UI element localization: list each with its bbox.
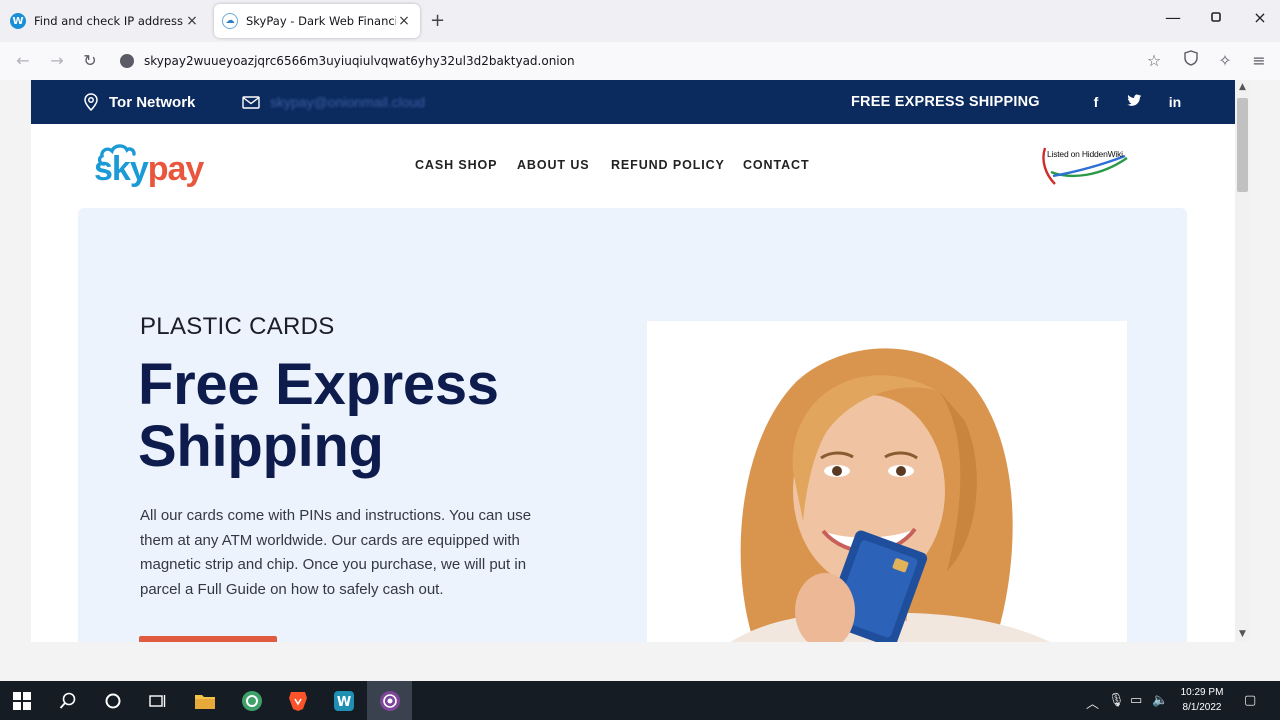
- close-tab-icon[interactable]: ×: [184, 13, 200, 29]
- site-header: skypay CASH SHOP ABOUT US REFUND POLICY …: [31, 124, 1235, 208]
- hiddenwiki-label: Listed on HiddenWiki: [1047, 149, 1123, 159]
- tor-browser-icon[interactable]: [378, 689, 402, 713]
- url-text[interactable]: skypay2wuueyoazjqrc6566m3uyiuqiulvqwat6y…: [144, 54, 575, 68]
- mail-icon: [242, 95, 260, 109]
- scroll-down-icon[interactable]: ▼: [1235, 627, 1250, 642]
- site-info-icon[interactable]: [120, 54, 134, 68]
- headline-line-2: Shipping: [138, 414, 384, 479]
- twitter-icon[interactable]: [1124, 92, 1144, 112]
- location-pin-icon: [84, 93, 98, 111]
- network-icon[interactable]: ▭: [1130, 693, 1142, 708]
- tray-chevron-icon[interactable]: ︿: [1086, 693, 1099, 712]
- location-text: Tor Network: [109, 93, 196, 111]
- hero-description: All our cards come with PINs and instruc…: [140, 507, 532, 598]
- browser-tab-bar: W Find and check IP address × ☁ SkyPay -…: [0, 0, 1280, 42]
- w-favicon-icon: W: [10, 13, 26, 29]
- woman-with-card-illustration: [730, 348, 1051, 642]
- file-explorer-icon[interactable]: [193, 689, 217, 713]
- page-scrollbar[interactable]: ▲ ▼: [1235, 80, 1250, 642]
- skypay-logo[interactable]: skypay: [94, 144, 212, 190]
- clock-date: 8/1/2022: [1182, 702, 1222, 713]
- windows-taskbar: W ︿ 🎙 ▭ 🔈 10:29 PM 8/1/2022 ▢: [0, 681, 1280, 720]
- nav-about-us[interactable]: ABOUT US: [517, 158, 589, 172]
- start-windows-icon[interactable]: [10, 689, 34, 713]
- linkedin-icon[interactable]: in: [1165, 92, 1185, 112]
- forward-icon[interactable]: →: [46, 50, 68, 72]
- hero-kicker: PLASTIC CARDS: [140, 313, 335, 340]
- svg-text:W: W: [337, 695, 351, 710]
- hero-headline: Free Express Shipping: [138, 354, 499, 478]
- facebook-icon[interactable]: f: [1086, 92, 1106, 112]
- shield-icon[interactable]: [1180, 50, 1202, 72]
- skypay-favicon-icon: ☁: [222, 13, 238, 29]
- tab-skypay[interactable]: ☁ SkyPay - Dark Web Financial Ve ×: [214, 4, 420, 38]
- nav-refund-policy[interactable]: REFUND POLICY: [611, 158, 725, 172]
- headline-line-1: Free Express: [138, 352, 499, 417]
- cortana-icon[interactable]: [101, 689, 125, 713]
- tab-title: SkyPay - Dark Web Financial Ve: [246, 14, 396, 28]
- shipping-banner-text: FREE EXPRESS SHIPPING: [851, 94, 1040, 110]
- system-clock[interactable]: 10:29 PM 8/1/2022: [1172, 685, 1232, 715]
- email-address[interactable]: skypay@onionmail.cloud: [270, 94, 425, 110]
- logo-wordmark: skypay: [94, 150, 205, 189]
- notifications-icon[interactable]: ▢: [1244, 693, 1256, 708]
- top-info-strip: Tor Network skypay@onionmail.cloud FREE …: [31, 80, 1235, 124]
- extensions-icon[interactable]: ✧: [1214, 50, 1236, 72]
- hero-photo: [647, 321, 1127, 642]
- tab-find-ip[interactable]: W Find and check IP address ×: [2, 4, 208, 38]
- logo-sky: sky: [94, 150, 149, 188]
- back-icon[interactable]: ←: [12, 50, 34, 72]
- bookmark-star-icon[interactable]: ☆: [1143, 50, 1165, 72]
- hero-section: PLASTIC CARDS Free Express Shipping All …: [78, 208, 1187, 642]
- microphone-icon[interactable]: 🎙: [1108, 693, 1125, 708]
- nav-cash-shop[interactable]: CASH SHOP: [415, 158, 497, 172]
- close-tab-icon[interactable]: ×: [396, 13, 412, 29]
- new-tab-button[interactable]: +: [430, 10, 445, 31]
- address-bar[interactable]: skypay2wuueyoazjqrc6566m3uyiuqiulvqwat6y…: [110, 47, 1170, 75]
- restore-icon[interactable]: [1201, 8, 1231, 27]
- close-window-icon[interactable]: ×: [1245, 8, 1275, 27]
- scroll-up-icon[interactable]: ▲: [1235, 80, 1250, 95]
- scroll-thumb[interactable]: [1237, 98, 1248, 192]
- reload-icon[interactable]: ↻: [79, 50, 101, 72]
- menu-hamburger-icon[interactable]: ≡: [1248, 50, 1270, 72]
- hero-cta-button[interactable]: [139, 636, 277, 642]
- tab-title: Find and check IP address: [34, 14, 183, 28]
- search-icon[interactable]: [56, 689, 80, 713]
- page-viewport: Tor Network skypay@onionmail.cloud FREE …: [31, 80, 1235, 642]
- task-view-icon[interactable]: [146, 689, 170, 713]
- clock-time: 10:29 PM: [1180, 687, 1224, 698]
- logo-pay: pay: [147, 150, 205, 188]
- email-item[interactable]: skypay@onionmail.cloud: [242, 80, 425, 124]
- hiddenwiki-badge[interactable]: Listed on HiddenWiki: [1041, 146, 1133, 188]
- green-app-icon[interactable]: [240, 689, 264, 713]
- brave-browser-icon[interactable]: [286, 689, 310, 713]
- nav-contact[interactable]: CONTACT: [743, 158, 809, 172]
- minimize-icon[interactable]: —: [1158, 8, 1188, 27]
- volume-icon[interactable]: 🔈: [1152, 693, 1168, 708]
- w-app-icon[interactable]: W: [332, 689, 356, 713]
- browser-nav-bar: ← → ↻ skypay2wuueyoazjqrc6566m3uyiuqiulv…: [0, 42, 1280, 80]
- location-item: Tor Network: [83, 80, 195, 124]
